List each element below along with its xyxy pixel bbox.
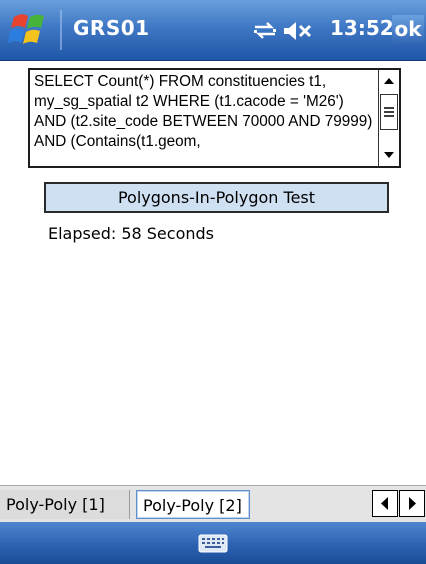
scrollbar-thumb[interactable] (380, 94, 398, 130)
tab-scroll-right-icon[interactable] (399, 490, 425, 517)
volume-muted-icon[interactable] (282, 20, 318, 42)
tab-strip: Poly-Poly [1] Poly-Poly [2] (0, 485, 426, 523)
sql-query-textbox[interactable]: SELECT Count(*) FROM constituencies t1, … (28, 68, 401, 168)
connectivity-icon[interactable] (252, 19, 278, 41)
elapsed-time-label: Elapsed: 58 Seconds (48, 224, 214, 243)
tab-scroll-left-icon[interactable] (372, 490, 398, 517)
keyboard-icon[interactable] (198, 534, 228, 553)
app-title: GRS01 (73, 16, 150, 40)
tab-poly-poly-1[interactable]: Poly-Poly [1] (0, 490, 130, 519)
polygons-in-polygon-test-button[interactable]: Polygons-In-Polygon Test (44, 182, 389, 213)
tab-poly-poly-2[interactable]: Poly-Poly [2] (136, 490, 250, 519)
clock[interactable]: 13:52 (330, 16, 394, 40)
sql-query-text[interactable]: SELECT Count(*) FROM constituencies t1, … (34, 72, 376, 166)
bottom-bar (0, 522, 426, 564)
title-bar: GRS01 13:52 ok (0, 0, 426, 61)
ok-button[interactable]: ok (392, 15, 424, 45)
tab-scroll-controls (372, 490, 426, 519)
title-separator (60, 10, 62, 50)
scroll-up-icon[interactable] (379, 70, 399, 92)
sql-scrollbar[interactable] (378, 70, 399, 166)
windows-start-icon[interactable] (6, 7, 54, 53)
scroll-down-icon[interactable] (379, 144, 399, 166)
